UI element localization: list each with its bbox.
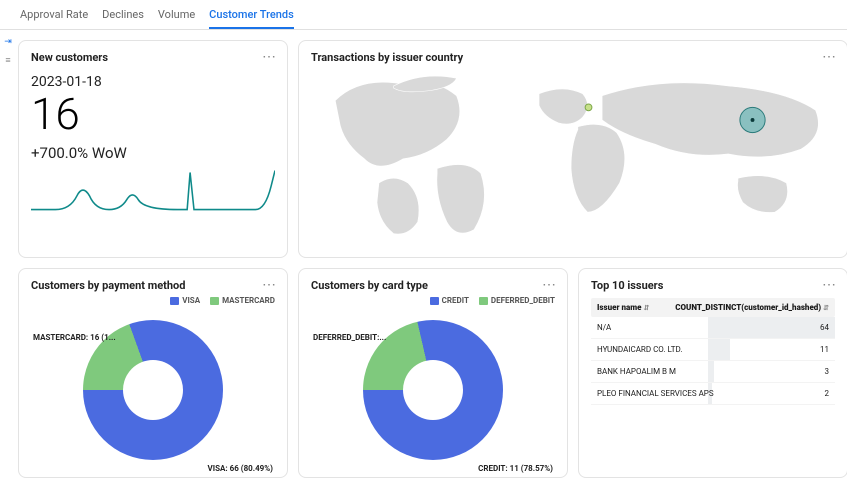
- card-title: New customers: [31, 51, 275, 64]
- card-title: Top 10 issuers: [591, 279, 835, 292]
- label-credit: CREDIT: 11 (78.57%): [478, 464, 553, 473]
- legend: VISA MASTERCARD: [31, 296, 275, 305]
- col-issuer[interactable]: Issuer name: [597, 303, 642, 312]
- tab-declines[interactable]: Declines: [102, 8, 144, 29]
- table-row[interactable]: PLEO FINANCIAL SERVICES APS 2: [591, 383, 835, 405]
- dashboard-grid: New customers ⋯ 2023-01-18 16 +700.0% Wo…: [0, 30, 847, 488]
- map-point-europe[interactable]: [585, 104, 592, 111]
- metric-change: +700.0% WoW: [31, 144, 275, 162]
- card-top-issuers: Top 10 issuers ⋯ Issuer name⇵ COUNT_DIST…: [578, 268, 847, 478]
- table-header: Issuer name⇵ COUNT_DISTINCT(customer_id_…: [591, 298, 835, 317]
- col-count[interactable]: COUNT_DISTINCT(customer_id_hashed): [675, 303, 821, 312]
- card-menu-icon[interactable]: ⋯: [262, 49, 277, 65]
- tab-approval-rate[interactable]: Approval Rate: [20, 8, 88, 29]
- card-title: Customers by card type: [311, 279, 555, 292]
- legend-visa: VISA: [182, 296, 200, 305]
- table-body: N/A 64 HYUNDAICARD CO. LTD. 11 BANK HAPOALIM…: [591, 317, 835, 405]
- legend: CREDIT DEFERRED_DEBIT: [311, 296, 555, 305]
- sort-icon[interactable]: ⇵: [823, 304, 829, 312]
- legend-deferred: DEFERRED_DEBIT: [491, 296, 555, 305]
- card-title: Transactions by issuer country: [311, 51, 835, 64]
- label-deferred: DEFERRED_DEBIT:...: [313, 333, 386, 342]
- card-menu-icon[interactable]: ⋯: [542, 277, 557, 293]
- label-mastercard: MASTERCARD: 16 (1...: [33, 333, 116, 342]
- metric-value: 16: [31, 92, 275, 136]
- card-menu-icon[interactable]: ⋯: [262, 277, 277, 293]
- expand-icon[interactable]: ⇥: [2, 36, 14, 48]
- donut-chart[interactable]: MASTERCARD: 16 (1... VISA: 66 (80.49%): [31, 305, 275, 475]
- issuer-count: 64: [820, 323, 829, 332]
- card-menu-icon[interactable]: ⋯: [822, 277, 837, 293]
- tab-customer-trends[interactable]: Customer Trends: [209, 8, 294, 29]
- donut-chart[interactable]: DEFERRED_DEBIT:... CREDIT: 11 (78.57%): [311, 305, 555, 475]
- card-title: Customers by payment method: [31, 279, 275, 292]
- label-visa: VISA: 66 (80.49%): [208, 464, 273, 473]
- filter-icon[interactable]: ≡: [2, 54, 14, 66]
- card-card-type: Customers by card type ⋯ CREDIT DEFERRED…: [298, 268, 568, 478]
- sort-icon[interactable]: ⇵: [644, 304, 650, 312]
- issuer-count: 11: [820, 345, 829, 354]
- table-row[interactable]: HYUNDAICARD CO. LTD. 11: [591, 339, 835, 361]
- legend-mastercard: MASTERCARD: [222, 296, 275, 305]
- issuer-name: N/A: [597, 323, 611, 332]
- toolbar-rail: ⇥ ≡: [2, 36, 14, 66]
- issuer-name: PLEO FINANCIAL SERVICES APS: [597, 389, 714, 398]
- sparkline-chart: [31, 170, 275, 216]
- card-new-customers: New customers ⋯ 2023-01-18 16 +700.0% Wo…: [18, 40, 288, 258]
- issuer-count: 3: [825, 367, 830, 376]
- issuer-count: 2: [825, 389, 830, 398]
- tabs: Approval Rate Declines Volume Customer T…: [0, 0, 847, 30]
- legend-credit: CREDIT: [442, 296, 469, 305]
- issuer-name: HYUNDAICARD CO. LTD.: [597, 345, 682, 354]
- issuer-name: BANK HAPOALIM B M: [597, 367, 676, 376]
- card-menu-icon[interactable]: ⋯: [822, 49, 837, 65]
- card-transactions-map: Transactions by issuer country ⋯: [298, 40, 847, 258]
- world-map[interactable]: [311, 64, 835, 240]
- tab-volume[interactable]: Volume: [158, 8, 195, 29]
- card-payment-method: Customers by payment method ⋯ VISA MASTE…: [18, 268, 288, 478]
- table-row[interactable]: BANK HAPOALIM B M 3: [591, 361, 835, 383]
- table-row[interactable]: N/A 64: [591, 317, 835, 339]
